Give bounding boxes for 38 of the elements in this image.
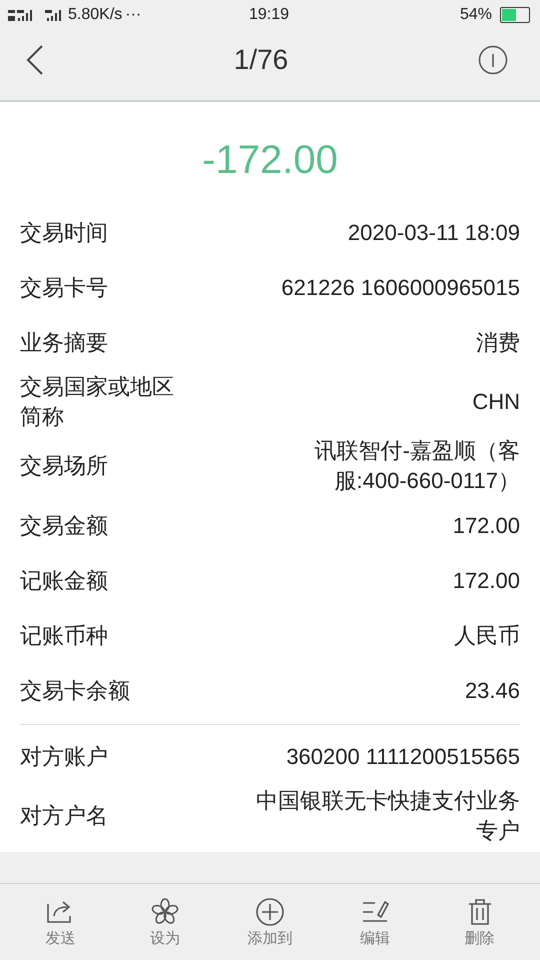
flower-icon	[150, 896, 180, 926]
field-label: 业务摘要	[20, 328, 109, 356]
field-value: 讯联智付-嘉盈顺（客服:400-660-0117）	[314, 437, 520, 495]
field-value: 消费	[475, 328, 520, 356]
toolbar-button[interactable]: 编辑	[330, 896, 420, 948]
back-icon[interactable]	[26, 45, 44, 75]
field-value: 172.00	[452, 566, 520, 594]
more-icon: ···	[125, 6, 142, 24]
info-icon[interactable]	[478, 45, 508, 75]
field-value: 172.00	[452, 512, 520, 540]
field-label: 交易卡余额	[20, 676, 131, 704]
field-value: 23.46	[464, 676, 520, 704]
field-value: 人民币	[453, 622, 520, 650]
toolbar-button[interactable]: 设为	[120, 896, 210, 948]
field-value: CHN	[471, 388, 520, 416]
field-label: 交易金额	[20, 512, 109, 540]
field-label: 记账币种	[20, 622, 109, 650]
battery-icon	[500, 7, 530, 23]
field-label: 对方账户	[20, 742, 109, 770]
field-value: 621226 1606000965015	[280, 274, 520, 302]
field-label: 对方户名	[20, 802, 109, 830]
toolbar-button[interactable]: 删除	[434, 896, 525, 948]
battery-percent: 54%	[460, 6, 492, 24]
toolbar-button[interactable]: 发送	[15, 896, 106, 948]
toolbar-button[interactable]: 添加到	[224, 896, 315, 948]
plus-circle-icon	[254, 896, 285, 926]
field-label: 交易时间	[20, 218, 109, 246]
field-label: 交易国家或地区简称	[20, 373, 175, 431]
field-label: 交易场所	[20, 452, 109, 480]
transaction-amount: -172.00	[201, 137, 339, 184]
field-value: 中国银联无卡快捷支付业务专户	[255, 787, 520, 845]
field-label: 交易卡号	[20, 274, 109, 302]
clock: 19:19	[248, 6, 290, 24]
field-value: 360200 1111200515565	[285, 742, 520, 770]
page-title: 1/76	[234, 44, 288, 76]
network-speed: 5.80K/s	[68, 6, 122, 24]
field-value: 2020-03-11 18:09	[346, 218, 520, 246]
field-label: 记账金额	[20, 566, 109, 594]
